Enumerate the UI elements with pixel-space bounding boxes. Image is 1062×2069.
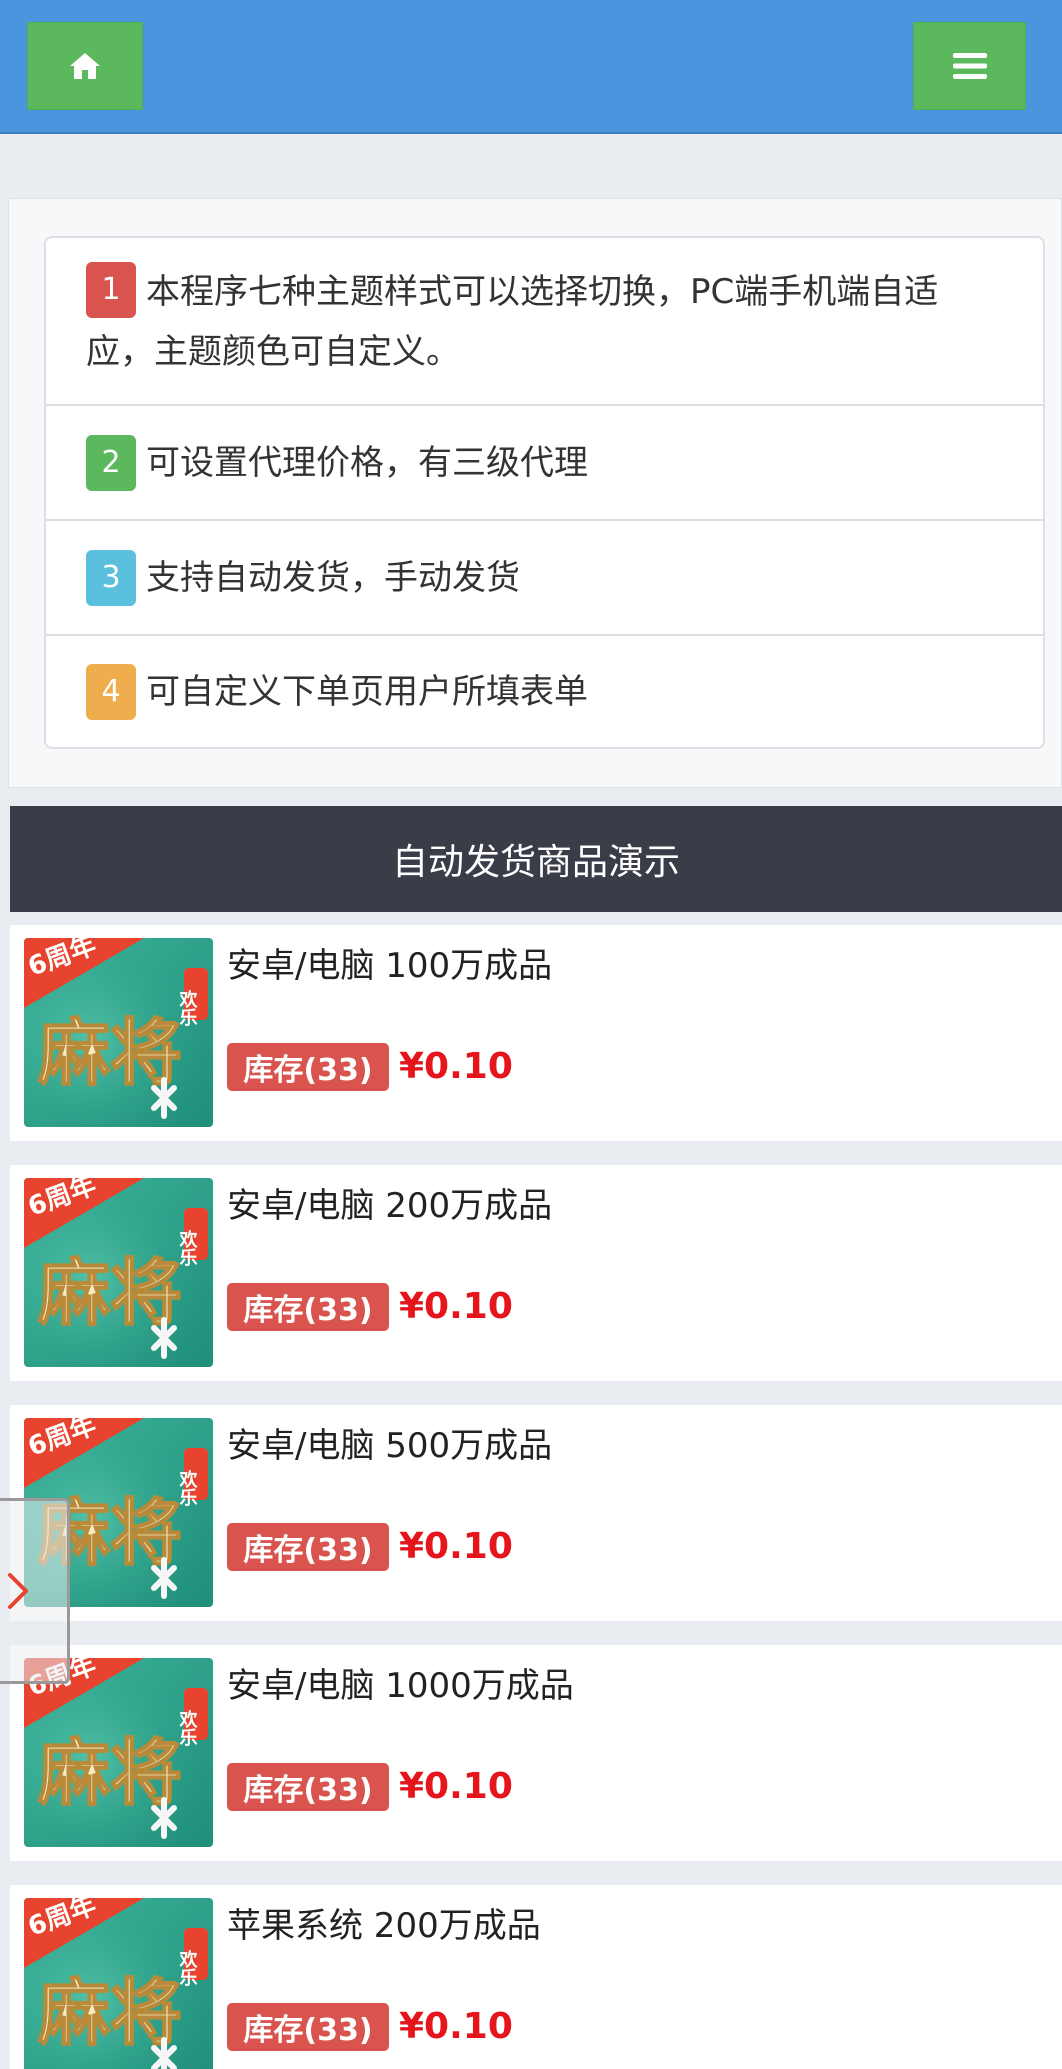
product-price: ¥0.10	[399, 1286, 513, 1327]
product-item[interactable]: 6周年 麻将 欢乐 安卓/电脑 100万成品 库存(33) ¥0.10	[10, 925, 1062, 1141]
notice-panel: 1 本程序七种主题样式可以选择切换，PC端手机端自适应，主题颜色可自定义。 2 可设…	[8, 198, 1062, 788]
product-price: ¥0.10	[399, 1046, 513, 1087]
stock-badge: 库存(33)	[227, 1283, 389, 1331]
notice-number-badge: 2	[86, 434, 136, 491]
product-name[interactable]: 安卓/电脑 1000万成品	[227, 1661, 574, 1711]
thumb-title-text: 麻将	[38, 1730, 182, 1815]
side-drawer-tab[interactable]	[0, 1498, 70, 1684]
thumb-sub-text: 欢乐	[177, 1950, 199, 1986]
product-thumbnail: 6周年 麻将 欢乐	[24, 1178, 213, 1367]
stock-badge: 库存(33)	[227, 1523, 389, 1571]
thumb-sub-text: 欢乐	[177, 1470, 199, 1506]
notice-text: 可自定义下单页用户所填表单	[146, 671, 588, 712]
stock-badge: 库存(33)	[227, 1763, 389, 1811]
notice-list: 1 本程序七种主题样式可以选择切换，PC端手机端自适应，主题颜色可自定义。 2 可设…	[44, 236, 1045, 749]
thumb-sub-text: 欢乐	[177, 1710, 199, 1746]
product-name[interactable]: 安卓/电脑 100万成品	[227, 941, 552, 991]
product-item[interactable]: 6周年 麻将 欢乐 安卓/电脑 1000万成品 库存(33) ¥0.10	[10, 1645, 1062, 1861]
notice-item-4: 4 可自定义下单页用户所填表单	[46, 634, 1043, 747]
product-thumbnail: 6周年 麻将 欢乐	[24, 1658, 213, 1847]
stock-badge: 库存(33)	[227, 1043, 389, 1091]
home-icon	[70, 53, 100, 79]
home-button[interactable]	[27, 22, 143, 110]
product-price: ¥0.10	[399, 2006, 513, 2047]
hamburger-menu-icon	[952, 53, 987, 79]
product-price: ¥0.10	[399, 1766, 513, 1807]
notice-number-badge: 3	[86, 549, 136, 606]
top-navbar	[0, 0, 1062, 134]
notice-text: 支持自动发货，手动发货	[146, 557, 520, 598]
product-item[interactable]: 6周年 麻将 欢乐 苹果系统 200万成品 库存(33) ¥0.10	[10, 1885, 1062, 2069]
notice-item-2: 2 可设置代理价格，有三级代理	[46, 404, 1043, 519]
notice-text: 可设置代理价格，有三级代理	[146, 442, 588, 483]
menu-button[interactable]	[913, 22, 1026, 110]
thumb-sub-text: 欢乐	[177, 990, 199, 1026]
product-thumbnail: 6周年 麻将 欢乐	[24, 1898, 213, 2069]
product-item[interactable]: 6周年 麻将 欢乐 安卓/电脑 200万成品 库存(33) ¥0.10	[10, 1165, 1062, 1381]
product-thumbnail: 6周年 麻将 欢乐	[24, 938, 213, 1127]
thumb-title-text: 麻将	[38, 1970, 182, 2055]
notice-number-badge: 1	[86, 261, 136, 318]
stock-badge: 库存(33)	[227, 2003, 389, 2051]
product-price: ¥0.10	[399, 1526, 513, 1567]
notice-item-3: 3 支持自动发货，手动发货	[46, 519, 1043, 634]
notice-item-1: 1 本程序七种主题样式可以选择切换，PC端手机端自适应，主题颜色可自定义。	[46, 238, 1043, 404]
thumb-title-text: 麻将	[38, 1010, 182, 1095]
section-title: 自动发货商品演示	[10, 806, 1062, 912]
notice-text: 本程序七种主题样式可以选择切换，PC端手机端自适应，主题颜色可自定义。	[86, 272, 939, 372]
chevron-right-icon	[7, 1573, 28, 1609]
thumb-sub-text: 欢乐	[177, 1230, 199, 1266]
product-name[interactable]: 安卓/电脑 500万成品	[227, 1421, 552, 1471]
notice-number-badge: 4	[86, 663, 136, 720]
product-item[interactable]: 6周年 麻将 欢乐 安卓/电脑 500万成品 库存(33) ¥0.10	[10, 1405, 1062, 1621]
product-name[interactable]: 安卓/电脑 200万成品	[227, 1181, 552, 1231]
product-name[interactable]: 苹果系统 200万成品	[227, 1901, 541, 1951]
thumb-title-text: 麻将	[38, 1250, 182, 1335]
